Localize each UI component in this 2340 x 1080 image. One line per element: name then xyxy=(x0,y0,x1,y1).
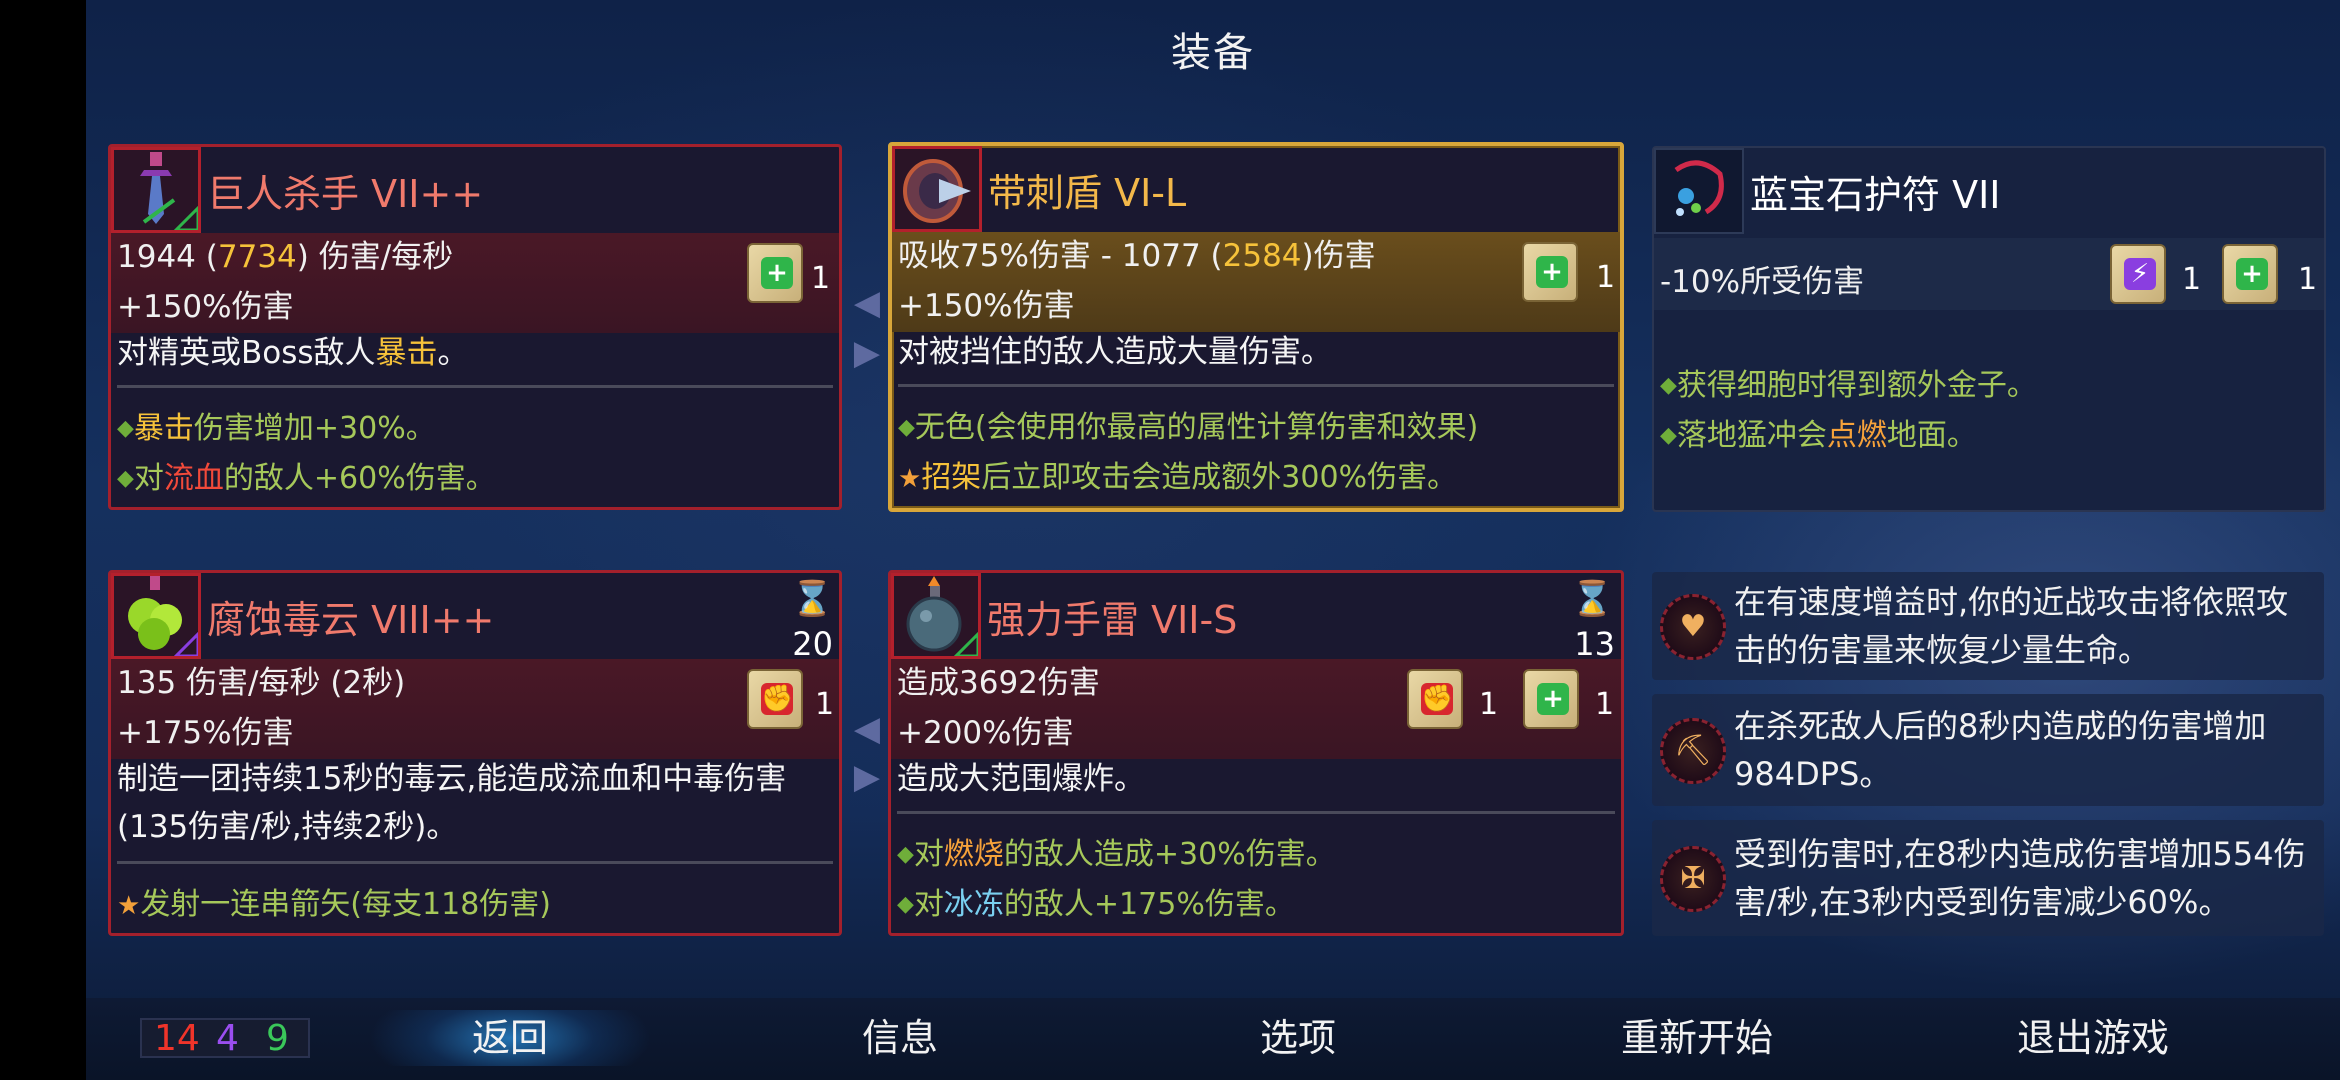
item-name: 带刺盾 VI-L xyxy=(988,171,1187,215)
item-card-powerful-grenade[interactable]: 强力手雷 VII-S ⌛ 13 造成3692伤害 +200%伤害 ✊ 1 + 1… xyxy=(888,570,1624,936)
affix-1: ◆获得细胞时得到额外金子。 xyxy=(1660,368,2037,403)
scroll-icon: + xyxy=(2222,244,2278,304)
scroll-icon: + xyxy=(1523,669,1579,729)
sword-icon xyxy=(111,147,201,233)
stats-counter: 14 4 9 xyxy=(140,1018,310,1058)
cooldown-value: 13 xyxy=(1574,625,1615,663)
item-bonus: +200%伤害 xyxy=(897,715,1074,751)
scroll-icon: ⚡ xyxy=(2110,244,2166,304)
divider xyxy=(897,811,1615,814)
mutation-slot-3[interactable]: ✠ 受到伤害时,在8秒内造成伤害增加554伤害/秒,在3秒内受到伤害减少60%。 xyxy=(1652,820,2324,936)
link-left-arrow: ◀ xyxy=(853,709,881,749)
poison-cloud-icon xyxy=(111,573,201,659)
link-right-arrow: ▶ xyxy=(853,333,881,373)
item-stat: -10%所受伤害 xyxy=(1660,264,1865,300)
divider xyxy=(898,384,1614,387)
item-name: 强力手雷 VII-S xyxy=(987,598,1238,642)
item-card-corrosive-cloud[interactable]: 腐蚀毒云 VIII++ ⌛ 20 135 伤害/每秒 (2秒) +175%伤害 … xyxy=(108,570,842,936)
scroll-count: 1 xyxy=(811,261,831,296)
mutation-text: 在有速度增益时,你的近战攻击将依照攻击的伤害量来恢复少量生命。 xyxy=(1734,583,2289,669)
scroll-icon: ✊ xyxy=(1407,669,1463,729)
mutation-slot-1[interactable]: ♥ 在有速度增益时,你的近战攻击将依照攻击的伤害量来恢复少量生命。 xyxy=(1652,572,2324,680)
item-card-sapphire-amulet[interactable]: 蓝宝石护符 VII -10%所受伤害 ⚡ 1 + 1 ◆获得细胞时得到额外金子。… xyxy=(1652,146,2326,512)
item-bonus: +150%伤害 xyxy=(898,288,1075,324)
hourglass-icon: ⌛ xyxy=(1571,579,1614,619)
affix-1: ◆对燃烧的敌人造成+30%伤害。 xyxy=(897,837,1336,872)
tactics-stat: 4 xyxy=(216,1018,239,1059)
options-button[interactable]: 选项 xyxy=(1198,1010,1398,1066)
brutality-stat: 14 xyxy=(154,1018,200,1059)
mutation-text: 在杀死敌人后的8秒内造成的伤害增加984DPS。 xyxy=(1734,707,2267,793)
amulet-icon xyxy=(1654,148,1744,234)
affix-2: ◆落地猛冲会点燃地面。 xyxy=(1660,418,1977,453)
item-card-giant-killer[interactable]: 巨人杀手 VII++ 1944 (7734) 伤害/每秒 +150%伤害 + 1… xyxy=(108,144,842,510)
info-button[interactable]: 信息 xyxy=(800,1010,1000,1066)
spiked-cross-icon: ✠ xyxy=(1660,846,1726,912)
item-name: 腐蚀毒云 VIII++ xyxy=(207,598,495,642)
item-stat: 135 伤害/每秒 (2秒) xyxy=(117,665,406,701)
heart-skull-icon: ♥ xyxy=(1660,594,1726,660)
divider xyxy=(117,861,833,864)
affix-2: ★招架后立即攻击会造成额外300%伤害。 xyxy=(898,460,1458,495)
item-card-spiked-shield[interactable]: 带刺盾 VI-L 吸收75%伤害 - 1077 (2584)伤害 +150%伤害… xyxy=(888,142,1624,512)
screen-title: 装备 xyxy=(1171,30,1255,76)
affix-1: ★发射一连串箭矢(每支118伤害) xyxy=(117,887,551,922)
scroll-count: 1 xyxy=(2298,262,2318,297)
scroll-count: 1 xyxy=(2182,262,2202,297)
mutation-slot-2[interactable]: ⛏ 在杀死敌人后的8秒内造成的伤害增加984DPS。 xyxy=(1652,694,2324,806)
item-stat: 吸收75%伤害 - 1077 (2584)伤害 xyxy=(898,238,1376,274)
item-description: 对精英或Boss敌人暴击。 xyxy=(117,335,469,371)
affix-2: ◆对流血的敌人+60%伤害。 xyxy=(117,461,496,496)
item-name: 巨人杀手 VII++ xyxy=(207,172,484,216)
affix-2: ◆对冰冻的敌人+175%伤害。 xyxy=(897,887,1295,922)
pickaxe-icon: ⛏ xyxy=(1660,718,1726,784)
hourglass-icon: ⌛ xyxy=(791,579,834,619)
scroll-count: 1 xyxy=(1479,687,1499,722)
item-description: 对被挡住的敌人造成大量伤害。 xyxy=(898,334,1332,370)
mutation-text: 受到伤害时,在8秒内造成伤害增加554伤害/秒,在3秒内受到伤害减少60%。 xyxy=(1734,835,2306,921)
cooldown-value: 20 xyxy=(792,625,833,663)
quit-button[interactable]: 退出游戏 xyxy=(1978,1010,2208,1066)
link-right-arrow: ▶ xyxy=(853,757,881,797)
restart-button[interactable]: 重新开始 xyxy=(1582,1010,1812,1066)
scroll-icon: + xyxy=(1522,242,1578,302)
back-button[interactable]: 返回 xyxy=(370,1010,650,1066)
item-bonus: +150%伤害 xyxy=(117,289,294,325)
item-dps: 1944 (7734) 伤害/每秒 xyxy=(117,239,454,275)
item-bonus: +175%伤害 xyxy=(117,715,294,751)
grenade-icon xyxy=(891,573,981,659)
divider xyxy=(117,385,833,388)
scroll-count: 1 xyxy=(815,687,835,722)
scroll-count: 1 xyxy=(1596,260,1616,295)
link-left-arrow: ◀ xyxy=(853,283,881,323)
scroll-icon: + xyxy=(747,243,803,303)
item-description: 制造一团持续15秒的毒云,能造成流血和中毒伤害(135伤害/秒,持续2秒)。 xyxy=(117,761,787,845)
scroll-count: 1 xyxy=(1595,687,1615,722)
item-stat: 造成3692伤害 xyxy=(897,665,1100,701)
survival-stat: 9 xyxy=(266,1018,289,1059)
affix-1: ◆暴击伤害增加+30%。 xyxy=(117,411,436,446)
item-description: 造成大范围爆炸。 xyxy=(897,761,1145,797)
scroll-icon: ✊ xyxy=(747,669,803,729)
item-name: 蓝宝石护符 VII xyxy=(1750,173,2001,217)
affix-1: ◆无色(会使用你最高的属性计算伤害和效果) xyxy=(898,410,1479,445)
spiked-shield-icon xyxy=(892,146,982,232)
